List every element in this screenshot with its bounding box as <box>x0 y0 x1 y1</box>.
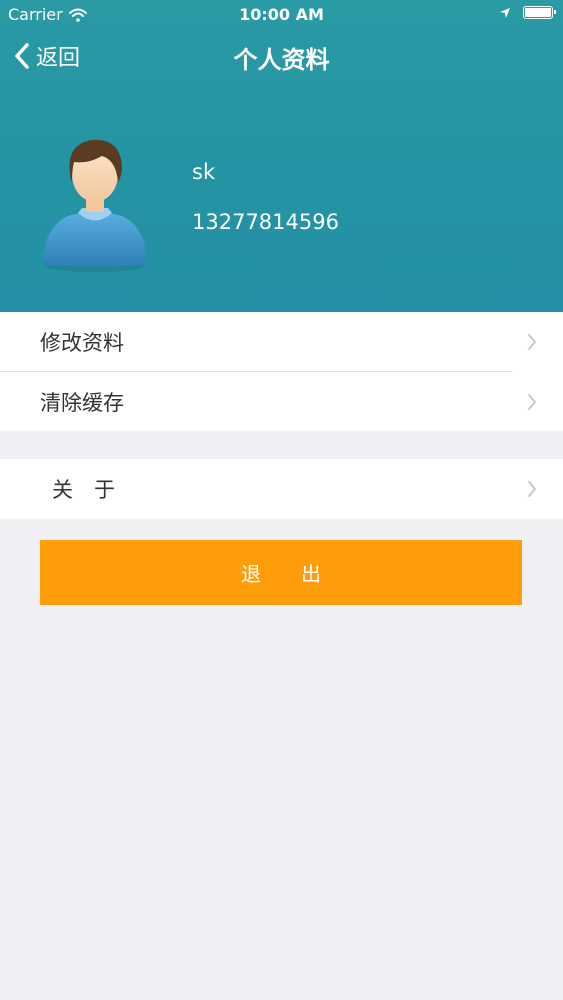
clear-cache-label: 清除缓存 <box>40 390 124 415</box>
profile-header: Carrier 10:00 AM 返回 个人资料 sk 13277814596 <box>0 0 563 312</box>
avatar[interactable] <box>40 136 150 272</box>
chevron-right-icon <box>528 393 536 410</box>
chevron-right-icon <box>528 481 536 497</box>
about-group: 关 于 <box>0 459 563 519</box>
page-title: 个人资料 <box>233 46 330 74</box>
settings-group: 修改资料 清除缓存 <box>0 312 563 431</box>
edit-profile-label: 修改资料 <box>40 330 124 355</box>
clear-cache-row[interactable]: 清除缓存 <box>0 372 563 431</box>
logout-button[interactable]: 退 出 <box>40 540 522 605</box>
user-name: sk <box>192 160 216 184</box>
about-label: 关 于 <box>52 478 115 502</box>
status-time: 10:00 AM <box>239 5 324 24</box>
chevron-right-icon <box>528 333 536 350</box>
about-row[interactable]: 关 于 <box>0 459 563 519</box>
status-bar: Carrier 10:00 AM <box>0 0 563 30</box>
chevron-left-icon <box>15 43 29 69</box>
battery-icon <box>523 6 556 19</box>
status-right-group <box>499 6 556 19</box>
user-phone: 13277814596 <box>192 210 339 234</box>
back-label: 返回 <box>36 46 81 71</box>
location-arrow-icon <box>500 7 510 18</box>
edit-profile-row[interactable]: 修改资料 <box>0 312 563 371</box>
back-button[interactable]: 返回 <box>14 40 80 72</box>
